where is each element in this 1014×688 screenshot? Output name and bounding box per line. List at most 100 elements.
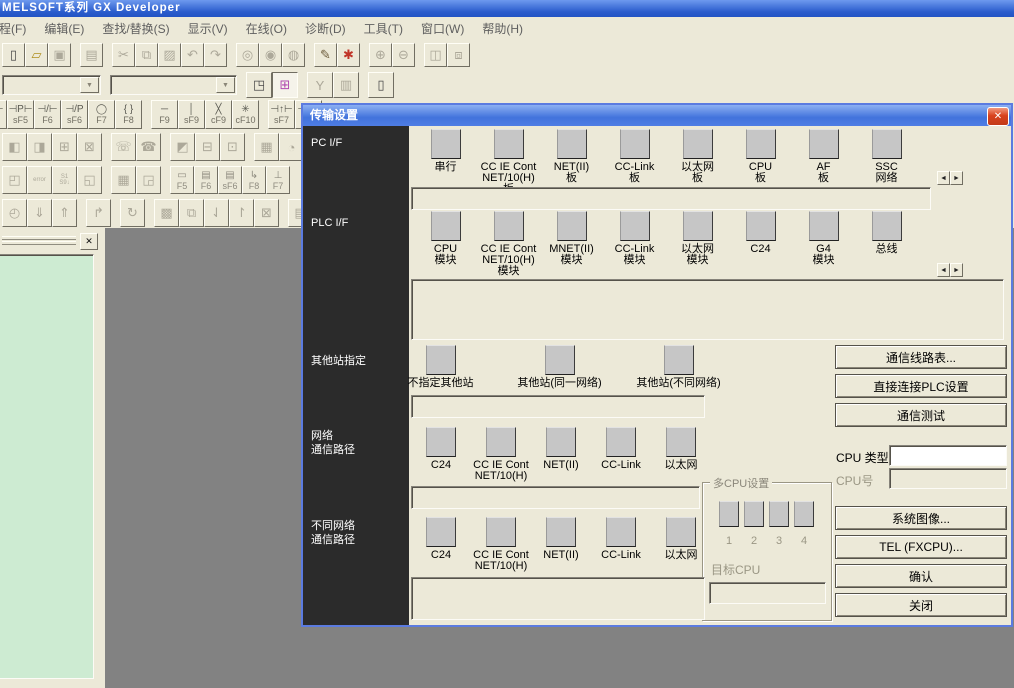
- direct-plc-setting-button[interactable]: 直接连接PLC设置: [835, 374, 1007, 398]
- device-square[interactable]: [546, 427, 576, 457]
- device-square[interactable]: [606, 427, 636, 457]
- device-square[interactable]: [557, 129, 587, 159]
- menu-item[interactable]: 在线(O): [237, 17, 296, 40]
- cpu-type-field[interactable]: [889, 445, 1007, 466]
- comm-test-button[interactable]: 通信测试: [835, 403, 1007, 427]
- multi-cpu-slots: 1 2 3 4: [719, 501, 814, 547]
- scroll-right-button[interactable]: ►: [950, 263, 963, 277]
- device-square[interactable]: [426, 345, 456, 375]
- device-monitor-icon: Y: [307, 72, 333, 98]
- cpu-slot-square[interactable]: [719, 501, 739, 527]
- device-square[interactable]: [486, 517, 516, 547]
- data-select-combo[interactable]: ▼: [110, 75, 237, 95]
- ok-button[interactable]: 确认: [835, 564, 1007, 588]
- ladder-block-button[interactable]: ▭ F5: [170, 166, 194, 194]
- close-button[interactable]: 关闭: [835, 593, 1007, 617]
- device-square[interactable]: [431, 211, 461, 241]
- device-square[interactable]: [494, 211, 524, 241]
- project-data-list-icon[interactable]: ⊞: [272, 72, 298, 98]
- device-square[interactable]: [746, 211, 776, 241]
- device-square[interactable]: [546, 517, 576, 547]
- vertical-comment-icon[interactable]: ▯: [368, 72, 394, 98]
- coil-button[interactable]: ◯ F7: [88, 100, 115, 129]
- device-square[interactable]: [431, 129, 461, 159]
- delete-vertical-line-button[interactable]: ✳ cF10: [232, 100, 259, 129]
- scroll-left-button[interactable]: ◄: [937, 263, 950, 277]
- device-square[interactable]: [746, 129, 776, 159]
- transfer-setup-dialog: 传输设置 ✕ PC I/F PLC I/F 其他站指定 网络 通信路径 不同网络…: [301, 103, 1013, 627]
- device-square[interactable]: [426, 517, 456, 547]
- vertical-line-button[interactable]: │ sF9: [178, 100, 205, 129]
- device-square[interactable]: [683, 211, 713, 241]
- wire-insert-icon: ◧: [2, 133, 27, 161]
- menu-item[interactable]: 窗口(W): [412, 17, 473, 40]
- cpu-slot-square[interactable]: [744, 501, 764, 527]
- rising-pulse-button[interactable]: ⊣↑⊢ sF7: [268, 100, 295, 129]
- device-square[interactable]: [620, 211, 650, 241]
- menu-item[interactable]: 帮助(H): [473, 17, 532, 40]
- delete-horizontal-line-button[interactable]: ╳ cF9: [205, 100, 232, 129]
- ladder-edit-icon[interactable]: ✎: [314, 43, 337, 67]
- plc-if-result-box[interactable]: [411, 279, 1004, 340]
- other-station-result-box[interactable]: [411, 395, 705, 418]
- device-square[interactable]: [545, 345, 575, 375]
- ladder-block-merge-button[interactable]: ▤ sF6: [218, 166, 242, 194]
- device-square[interactable]: [664, 345, 694, 375]
- parallel-open-contact-button[interactable]: ⊣P⊢ sF5: [7, 100, 34, 129]
- device-square[interactable]: [557, 211, 587, 241]
- device-square[interactable]: [666, 517, 696, 547]
- chevron-down-icon[interactable]: ▼: [80, 77, 99, 93]
- new-file-icon[interactable]: ▯: [2, 43, 25, 67]
- cpu-slot-square[interactable]: [794, 501, 814, 527]
- device-square[interactable]: [426, 427, 456, 457]
- target-cpu-field[interactable]: [709, 582, 826, 604]
- menu-item[interactable]: 查找/替换(S): [93, 17, 178, 40]
- device-square[interactable]: [809, 129, 839, 159]
- jump-write-button[interactable]: ↳ F8: [242, 166, 266, 194]
- dock-gripper[interactable]: [2, 241, 76, 245]
- network-path-result-box[interactable]: [411, 486, 700, 509]
- project-tree-panel[interactable]: [0, 254, 94, 679]
- chevron-down-icon[interactable]: ▼: [216, 77, 235, 93]
- close-icon[interactable]: ✕: [987, 107, 1009, 126]
- row-insert-icon: ⊞: [52, 133, 77, 161]
- system-image-button[interactable]: 系统图像...: [835, 506, 1007, 530]
- comm-line-table-button[interactable]: 通信线路表...: [835, 345, 1007, 369]
- cpu-number-field[interactable]: [889, 468, 1007, 489]
- device-square[interactable]: [872, 211, 902, 241]
- end-write-button[interactable]: ⊥ F7: [266, 166, 290, 194]
- scroll-left-button[interactable]: ◄: [937, 171, 950, 185]
- horizontal-line-button[interactable]: ─ F9: [151, 100, 178, 129]
- device-square[interactable]: [809, 211, 839, 241]
- device-label: 其他站(不同网络): [636, 378, 720, 389]
- close-icon[interactable]: ✕: [80, 233, 98, 250]
- device-square[interactable]: [606, 517, 636, 547]
- device-square[interactable]: [683, 129, 713, 159]
- device-square[interactable]: [494, 129, 524, 159]
- menu-item[interactable]: 显示(V): [179, 17, 237, 40]
- dock-gripper[interactable]: [2, 236, 76, 240]
- device-square[interactable]: [666, 427, 696, 457]
- open-folder-icon[interactable]: ▱: [25, 43, 48, 67]
- tel-fxcpu-button[interactable]: TEL (FXCPU)...: [835, 535, 1007, 559]
- device-square[interactable]: [620, 129, 650, 159]
- diff-network-result-box[interactable]: [411, 577, 705, 620]
- menu-item[interactable]: 编辑(E): [35, 17, 93, 40]
- scroll-right-button[interactable]: ►: [950, 171, 963, 185]
- ladder-block-split-button[interactable]: ▤ F6: [194, 166, 218, 194]
- ladder-symbol-icon[interactable]: ✱: [337, 43, 360, 67]
- device-square[interactable]: [486, 427, 516, 457]
- menu-item[interactable]: 诊断(D): [296, 17, 355, 40]
- pc-if-result-box[interactable]: [411, 187, 931, 210]
- device-square[interactable]: [872, 129, 902, 159]
- comment-display-icon[interactable]: ◳: [246, 72, 272, 98]
- application-instruction-button[interactable]: { } F8: [115, 100, 142, 129]
- menu-item[interactable]: 工程(F): [0, 17, 35, 40]
- find-device-icon: ◉: [259, 43, 282, 67]
- closed-contact-button[interactable]: ⊣/⊢ F6: [34, 100, 61, 129]
- cpu-slot-square[interactable]: [769, 501, 789, 527]
- open-contact-button[interactable]: ⊣ ⊢ F5: [0, 100, 7, 129]
- menu-item[interactable]: 工具(T): [355, 17, 412, 40]
- program-select-combo[interactable]: ▼: [2, 75, 101, 95]
- parallel-closed-contact-button[interactable]: ⊣/P sF6: [61, 100, 88, 129]
